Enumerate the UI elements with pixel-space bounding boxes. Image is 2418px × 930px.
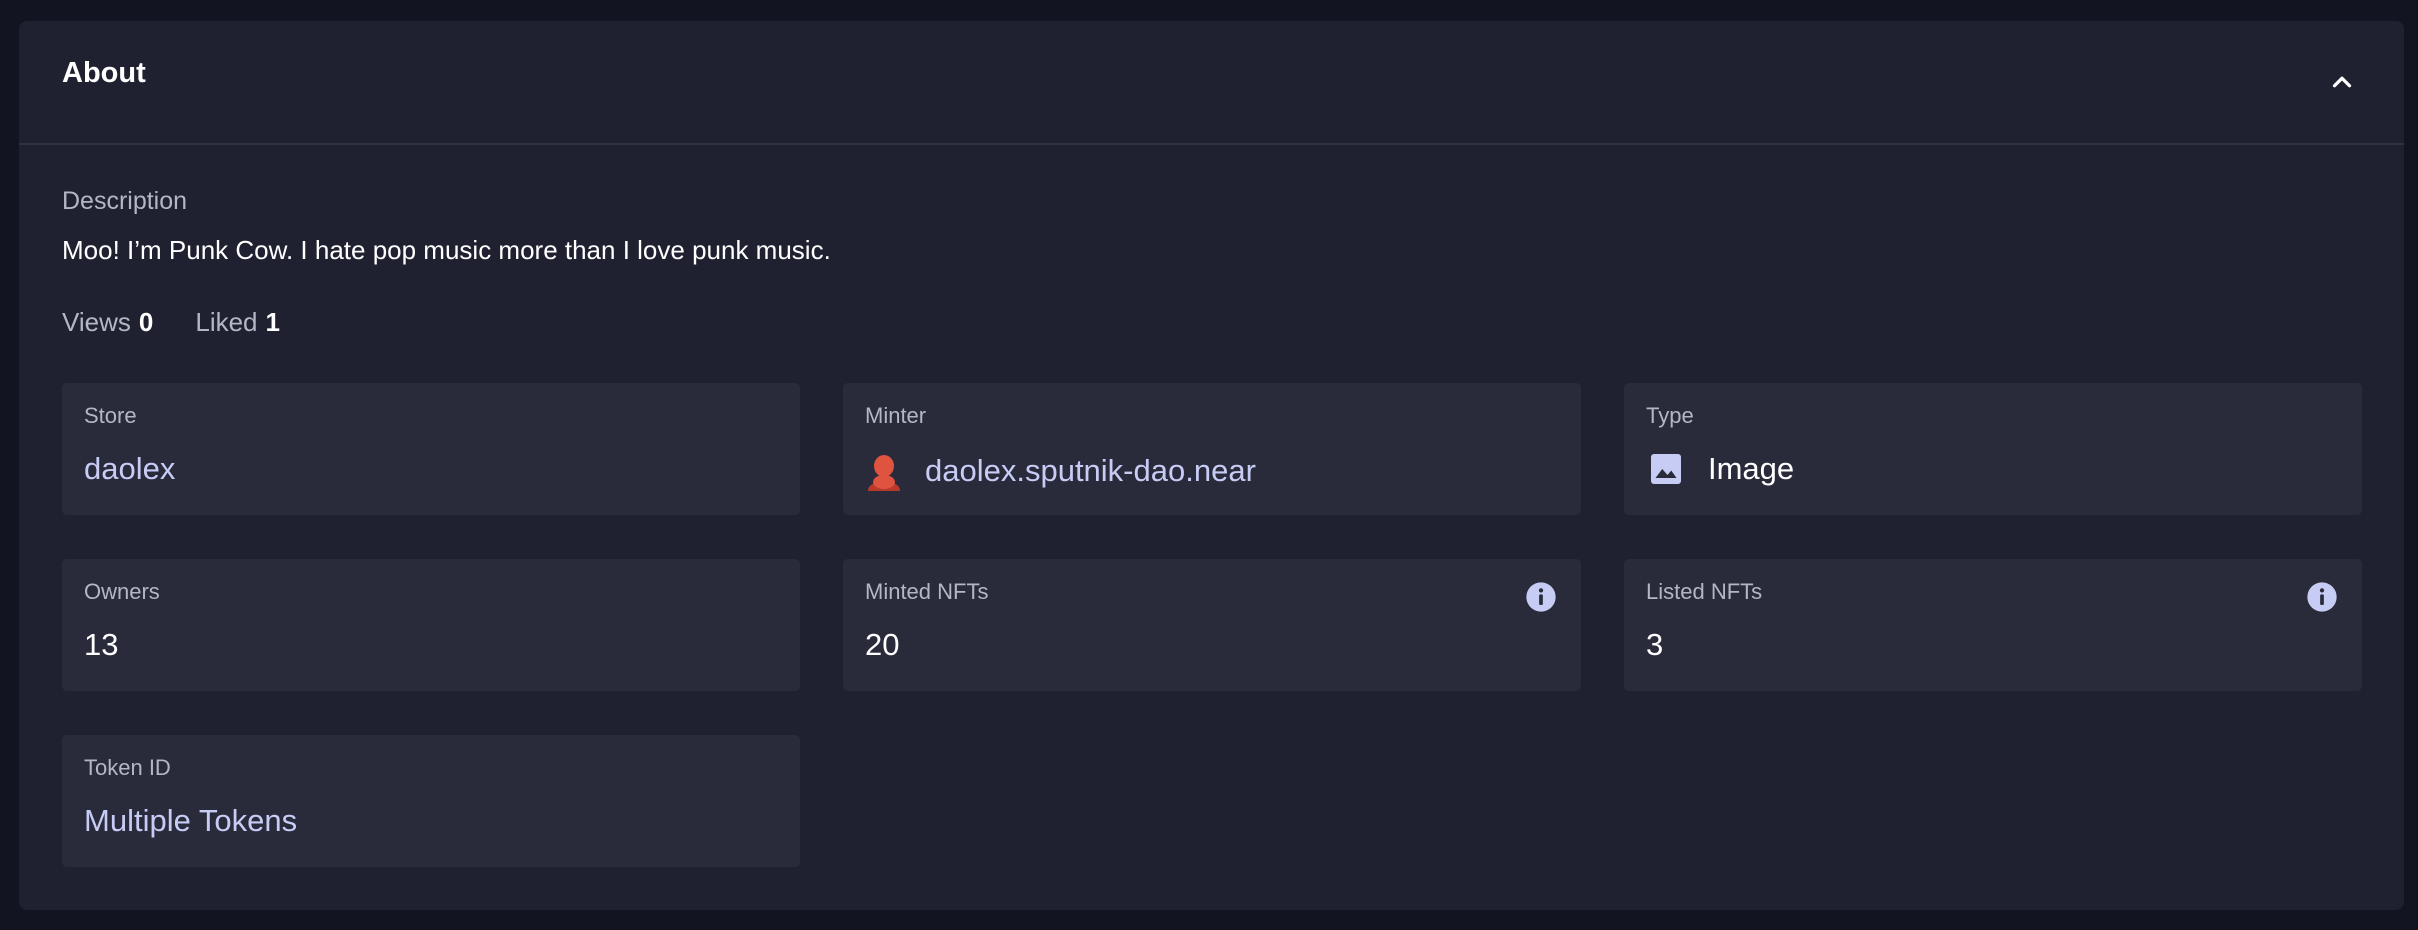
token-card: Token ID Multiple Tokens xyxy=(62,735,800,867)
store-label: Store xyxy=(84,403,137,428)
minter-value: daolex.sputnik-dao.near xyxy=(925,453,1256,488)
type-value: Image xyxy=(1708,451,1795,486)
minted-value: 20 xyxy=(865,627,900,662)
stats-row: Views 0 Liked 1 xyxy=(62,307,280,338)
minter-label: Minter xyxy=(865,403,927,428)
minter-card: Minter daolex.sputnik-dao.near xyxy=(843,383,1581,515)
views-value: 0 xyxy=(138,307,154,337)
section-title: About xyxy=(62,57,146,89)
avatar-icon xyxy=(868,455,900,491)
listed-value: 3 xyxy=(1646,627,1664,662)
info-icon[interactable] xyxy=(2306,581,2338,613)
info-icon[interactable] xyxy=(1525,581,1557,613)
type-card: Type Image xyxy=(1624,383,2362,515)
token-link[interactable]: Multiple Tokens xyxy=(84,803,297,839)
description-text: Moo! I’m Punk Cow. I hate pop music more… xyxy=(62,235,831,265)
owners-label: Owners xyxy=(84,579,160,604)
chevron-up-icon[interactable] xyxy=(2327,67,2357,97)
about-panel: About Description Moo! I’m Punk Cow. I h… xyxy=(19,21,2404,910)
owners-value: 13 xyxy=(84,627,119,662)
minted-label: Minted NFTs xyxy=(865,579,989,604)
token-label: Token ID xyxy=(84,755,171,780)
minted-card: Minted NFTs 20 xyxy=(843,559,1581,691)
views-label: Views xyxy=(62,307,131,337)
listed-label: Listed NFTs xyxy=(1646,579,1763,604)
views-stat: Views 0 xyxy=(62,307,153,338)
liked-label: Liked xyxy=(195,307,258,337)
minter-link[interactable]: daolex.sputnik-dao.near xyxy=(865,451,1256,491)
store-card: Store daolex xyxy=(62,383,800,515)
description-label: Description xyxy=(62,187,188,215)
type-value-row: Image xyxy=(1646,451,1794,487)
liked-value: 1 xyxy=(265,307,280,337)
store-link[interactable]: daolex xyxy=(84,451,175,487)
listed-card: Listed NFTs 3 xyxy=(1624,559,2362,691)
liked-stat: Liked 1 xyxy=(195,307,280,338)
about-header[interactable]: About xyxy=(19,21,2404,145)
image-icon xyxy=(1651,454,1681,484)
type-label: Type xyxy=(1646,403,1694,428)
owners-card: Owners 13 xyxy=(62,559,800,691)
